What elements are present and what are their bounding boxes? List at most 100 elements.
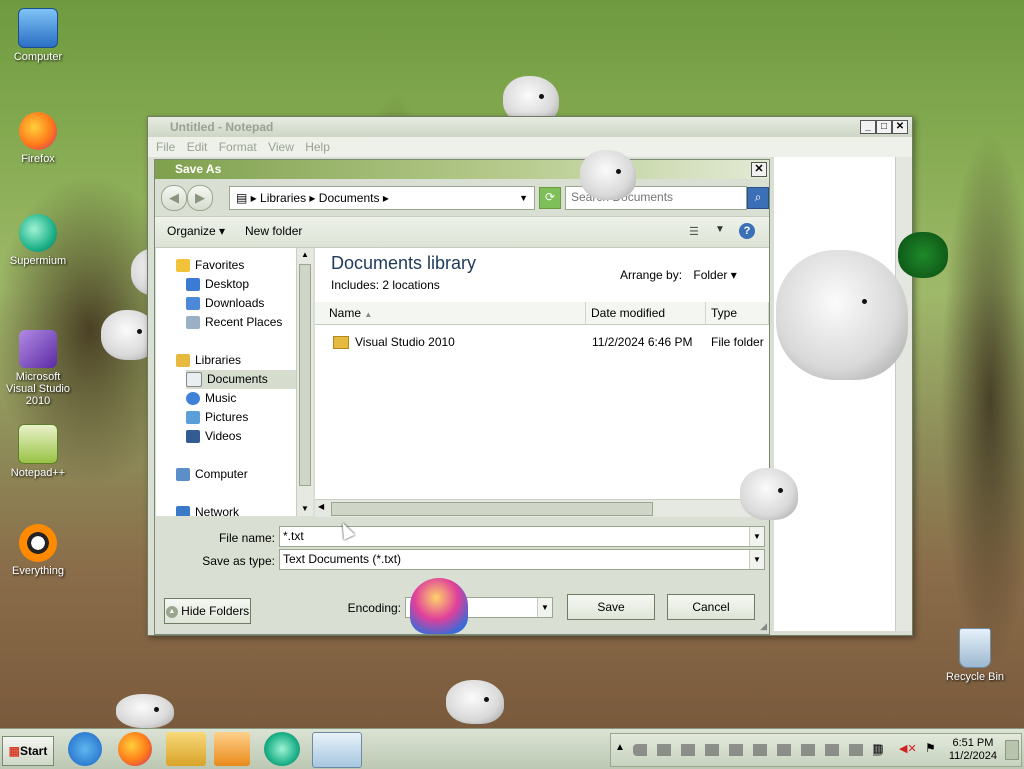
recent-places-icon bbox=[186, 316, 200, 330]
network-icon bbox=[176, 506, 190, 516]
chevron-right-icon[interactable]: ▸ bbox=[383, 191, 389, 205]
table-row[interactable]: Visual Studio 2010 11/2/2024 6:46 PM Fil… bbox=[315, 332, 769, 352]
file-list-hscrollbar[interactable]: ◀ bbox=[315, 499, 769, 517]
column-date-modified[interactable]: Date modified bbox=[586, 302, 706, 324]
desktop-icon-everything[interactable]: Everything bbox=[1, 524, 75, 577]
nav-network[interactable]: Network bbox=[176, 503, 239, 516]
nav-computer[interactable]: Computer bbox=[176, 465, 248, 484]
taskbar-notepad[interactable] bbox=[312, 732, 362, 768]
menu-view[interactable]: View bbox=[268, 140, 294, 154]
folder-icon bbox=[333, 336, 349, 350]
help-icon[interactable]: ? bbox=[739, 223, 755, 239]
desktop-icon-supermium[interactable]: Supermium bbox=[1, 214, 75, 267]
address-bar[interactable]: ▤ ▸ Libraries ▸ Documents ▸ ▼ bbox=[229, 186, 535, 210]
organize-button[interactable]: Organize ▾ bbox=[167, 224, 225, 238]
tray-icons[interactable] bbox=[633, 744, 883, 756]
show-hidden-icons-icon[interactable]: ▲ bbox=[615, 742, 625, 753]
forward-button[interactable]: ▶ bbox=[187, 185, 213, 211]
column-name[interactable]: Name ▲ bbox=[315, 302, 586, 324]
notepad-edit-area[interactable] bbox=[774, 157, 895, 631]
nav-documents[interactable]: Documents bbox=[186, 370, 296, 389]
taskbar-internet-explorer[interactable] bbox=[68, 732, 102, 766]
pictures-icon bbox=[186, 411, 200, 425]
clock-date: 11/2/2024 bbox=[948, 750, 997, 762]
chevron-down-icon[interactable]: ▼ bbox=[749, 527, 764, 546]
taskbar: ▦Start ▲ ▥ ◀✕ ⚑ 6:51 PM 11/2/2024 bbox=[0, 728, 1024, 769]
view-options-icon[interactable]: ☰ bbox=[689, 225, 705, 239]
save-as-dialog: Save As ✕ ◀ ▶ ▤ ▸ Libraries ▸ Documents … bbox=[154, 159, 770, 635]
address-dropdown-icon[interactable]: ▼ bbox=[519, 187, 528, 209]
taskbar-explorer[interactable] bbox=[166, 732, 206, 766]
clock[interactable]: 6:51 PM 11/2/2024 bbox=[949, 737, 997, 763]
desktop-icon-label: Computer bbox=[13, 51, 63, 63]
maximize-button[interactable]: □ bbox=[876, 120, 892, 134]
start-button[interactable]: ▦Start bbox=[2, 736, 54, 766]
volume-muted-icon[interactable]: ◀✕ bbox=[899, 742, 917, 755]
back-button[interactable]: ◀ bbox=[161, 185, 187, 211]
nav-desktop[interactable]: Desktop bbox=[186, 275, 249, 294]
desktop-icon-computer[interactable]: Computer bbox=[1, 8, 75, 63]
nav-recent-places[interactable]: Recent Places bbox=[186, 313, 282, 332]
nav-libraries[interactable]: Libraries bbox=[176, 351, 241, 370]
network-icon[interactable]: ▥ bbox=[873, 742, 883, 755]
taskbar-supermium[interactable] bbox=[264, 732, 300, 766]
scroll-left-arrow[interactable]: ◀ bbox=[318, 502, 324, 511]
desktop-icon-firefox[interactable]: Firefox bbox=[1, 112, 75, 165]
chevron-up-icon: ▲ bbox=[165, 605, 178, 618]
nav-favorites[interactable]: Favorites bbox=[176, 256, 244, 275]
save-button[interactable]: Save bbox=[567, 594, 655, 620]
chevron-down-icon[interactable]: ▼ bbox=[749, 550, 764, 569]
downloads-icon bbox=[186, 297, 200, 311]
breadcrumb-libraries[interactable]: Libraries bbox=[260, 191, 306, 205]
menu-file[interactable]: File bbox=[156, 140, 175, 154]
clock-time: 6:51 PM bbox=[952, 737, 994, 749]
menu-help[interactable]: Help bbox=[305, 140, 330, 154]
notepad-title-bar[interactable]: Untitled - Notepad _ □ ✕ bbox=[148, 117, 912, 137]
desktop-icon-visual-studio[interactable]: Microsoft Visual Studio 2010 bbox=[1, 330, 75, 407]
scroll-thumb[interactable] bbox=[299, 264, 311, 486]
taskbar-media-player[interactable] bbox=[214, 732, 250, 766]
save-as-title: Save As bbox=[175, 162, 222, 176]
cancel-button[interactable]: Cancel bbox=[667, 594, 755, 620]
action-center-flag-icon[interactable]: ⚑ bbox=[925, 741, 936, 755]
scroll-down-arrow[interactable]: ▼ bbox=[297, 502, 313, 516]
close-button[interactable]: ✕ bbox=[892, 120, 908, 134]
menu-edit[interactable]: Edit bbox=[187, 140, 208, 154]
save-as-title-bar[interactable]: Save As ✕ bbox=[155, 160, 769, 179]
notepad-scrollbar[interactable] bbox=[895, 157, 912, 631]
resize-grip-icon[interactable]: ◢ bbox=[760, 621, 767, 632]
library-includes: Includes: 2 locations bbox=[331, 278, 440, 292]
row-name: Visual Studio 2010 bbox=[333, 332, 455, 352]
desktop-icon-notepadpp[interactable]: Notepad++ bbox=[1, 424, 75, 479]
dialog-close-button[interactable]: ✕ bbox=[751, 162, 767, 177]
save-type-dropdown[interactable]: Text Documents (*.txt) ▼ bbox=[279, 549, 765, 570]
nav-videos[interactable]: Videos bbox=[186, 427, 241, 446]
search-icon[interactable]: ⌕ bbox=[747, 187, 769, 209]
hide-folders-button[interactable]: ▲ Hide Folders bbox=[164, 598, 251, 624]
everything-icon bbox=[19, 524, 57, 562]
chevron-down-icon[interactable]: ▼ bbox=[537, 598, 552, 617]
locations-link[interactable]: 2 locations bbox=[382, 278, 439, 292]
arrange-by-dropdown[interactable]: Folder ▾ bbox=[693, 268, 736, 282]
computer-icon bbox=[176, 468, 190, 482]
nav-music[interactable]: Music bbox=[186, 389, 236, 408]
column-type[interactable]: Type bbox=[706, 302, 769, 324]
menu-format[interactable]: Format bbox=[219, 140, 257, 154]
breadcrumb-documents[interactable]: Documents bbox=[319, 191, 380, 205]
minimize-button[interactable]: _ bbox=[860, 120, 876, 134]
nav-downloads[interactable]: Downloads bbox=[186, 294, 264, 313]
chevron-right-icon[interactable]: ▸ bbox=[309, 191, 318, 205]
nav-pictures[interactable]: Pictures bbox=[186, 408, 248, 427]
new-folder-button[interactable]: New folder bbox=[245, 224, 302, 238]
desktop-icon-recycle-bin[interactable]: Recycle Bin bbox=[938, 628, 1012, 683]
refresh-button[interactable]: ⟳ bbox=[539, 187, 561, 209]
show-desktop-button[interactable] bbox=[1005, 740, 1019, 760]
scroll-thumb[interactable] bbox=[331, 502, 653, 516]
chevron-down-icon[interactable]: ▼ bbox=[715, 224, 725, 235]
navigation-pane-scrollbar[interactable]: ▲ ▼ bbox=[296, 248, 313, 516]
taskbar-firefox[interactable] bbox=[118, 732, 152, 766]
folder-icon: ▤ ▸ bbox=[236, 191, 257, 205]
visual-studio-icon bbox=[19, 330, 57, 368]
computer-icon bbox=[18, 8, 58, 48]
scroll-up-arrow[interactable]: ▲ bbox=[297, 248, 313, 262]
